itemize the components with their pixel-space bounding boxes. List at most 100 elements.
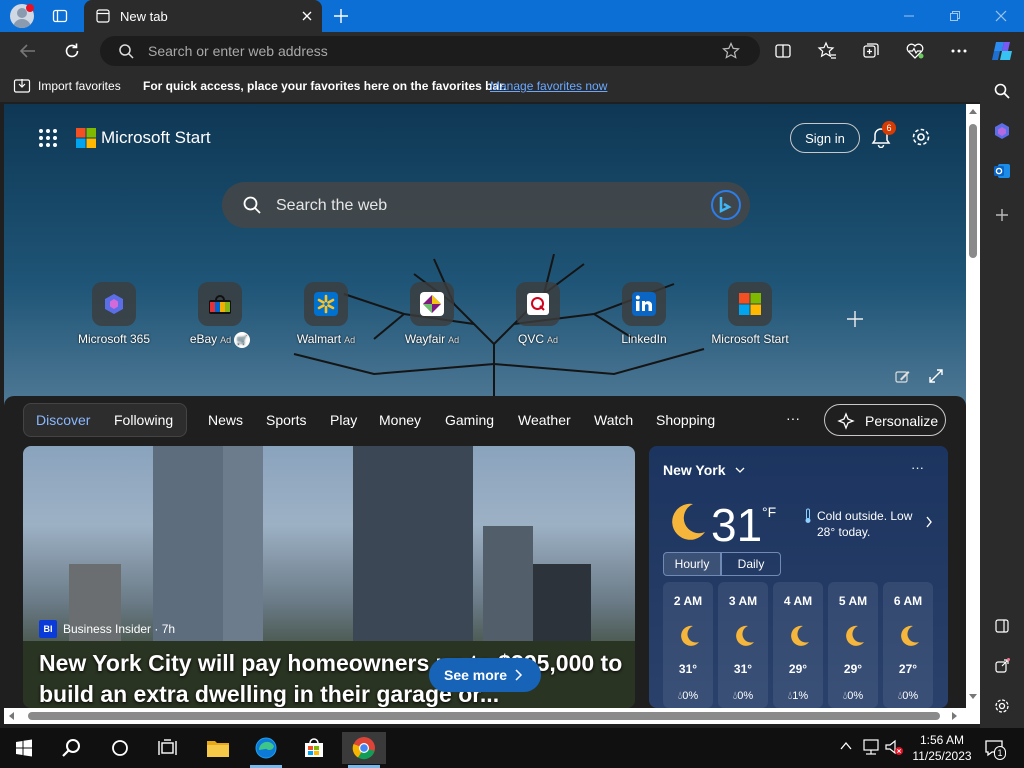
chevron-down-icon[interactable] xyxy=(735,466,745,474)
hide-sidebar-icon[interactable] xyxy=(991,615,1013,637)
tab-hourly[interactable]: Hourly xyxy=(663,552,721,576)
nav-more-button[interactable]: ··· xyxy=(786,410,800,426)
edge-sidebar xyxy=(980,70,1024,728)
tab-new-tab[interactable]: New tab xyxy=(84,0,322,32)
favorites-hint-text: For quick access, place your favorites h… xyxy=(143,79,507,93)
quick-link-wayfair[interactable]: Wayfair Ad xyxy=(380,282,484,352)
new-tab-button[interactable] xyxy=(332,7,350,25)
sidebar-search-icon[interactable] xyxy=(991,80,1013,102)
weather-widget[interactable]: New York ··· 31 °F Cold outside. Low 28°… xyxy=(649,446,948,708)
hour-time: 2 AM xyxy=(673,594,703,608)
moon-icon xyxy=(665,500,709,544)
ad-label: Ad xyxy=(220,335,232,346)
sign-in-button[interactable]: Sign in xyxy=(790,123,860,153)
outlook-icon[interactable] xyxy=(991,160,1013,182)
quick-link-linkedin[interactable]: LinkedIn xyxy=(592,282,696,352)
weather-city[interactable]: New York xyxy=(663,462,726,478)
edit-background-icon[interactable] xyxy=(894,368,910,384)
favorite-star-icon[interactable] xyxy=(722,42,740,60)
ad-label: Ad xyxy=(448,335,460,345)
browser-essentials-icon[interactable] xyxy=(904,40,926,62)
see-more-button[interactable]: See more xyxy=(429,658,541,692)
personalize-button[interactable]: Personalize xyxy=(824,404,946,436)
tab-actions-icon[interactable] xyxy=(52,8,68,24)
add-quick-link-icon[interactable] xyxy=(846,310,864,328)
nav-shopping[interactable]: Shopping xyxy=(656,412,715,428)
quick-link-walmart[interactable]: Walmart Ad xyxy=(274,282,378,352)
hour-temp: 27° xyxy=(898,662,918,676)
hour-precip: 1% xyxy=(792,690,809,702)
sidebar-add-icon[interactable] xyxy=(991,204,1013,226)
expand-icon[interactable] xyxy=(928,368,944,384)
microsoft-365-icon xyxy=(92,282,136,326)
microsoft-start-brand[interactable]: Microsoft Start xyxy=(101,128,211,148)
sidebar-settings-icon[interactable] xyxy=(991,695,1013,717)
import-favorites-link[interactable]: Import favorites xyxy=(38,79,121,93)
external-link-icon[interactable] xyxy=(991,655,1013,677)
manage-favorites-link[interactable]: Manage favorites now xyxy=(490,79,607,93)
web-search-box[interactable]: Search the web xyxy=(222,182,750,228)
see-more-label: See more xyxy=(444,667,508,683)
hour-precip: 0% xyxy=(737,690,754,702)
minimize-button[interactable] xyxy=(886,0,932,32)
address-bar[interactable]: Search or enter web address xyxy=(100,36,760,66)
network-icon[interactable] xyxy=(862,738,882,756)
quick-link-qvc[interactable]: QVC Ad xyxy=(486,282,590,352)
close-window-button[interactable] xyxy=(978,0,1024,32)
nav-gaming[interactable]: Gaming xyxy=(445,412,494,428)
app-launcher-icon[interactable] xyxy=(38,128,58,148)
nav-news[interactable]: News xyxy=(208,412,243,428)
tab-discover[interactable]: Discover xyxy=(36,412,90,428)
favorites-icon[interactable] xyxy=(816,40,838,62)
nav-money[interactable]: Money xyxy=(379,412,421,428)
chevron-right-icon[interactable] xyxy=(925,516,933,528)
refresh-icon[interactable] xyxy=(61,40,83,62)
show-hidden-icons-chevron-icon[interactable] xyxy=(840,741,852,751)
quick-link-ebay[interactable]: eBay Ad 🛒 xyxy=(168,282,272,352)
collections-icon[interactable] xyxy=(860,40,882,62)
copilot-icon[interactable] xyxy=(990,38,1016,64)
weather-more-button[interactable]: ··· xyxy=(911,460,924,475)
file-explorer-icon[interactable] xyxy=(196,732,240,764)
scroll-up-arrow-icon[interactable] xyxy=(969,108,977,114)
vertical-scroll-thumb[interactable] xyxy=(969,124,977,258)
horizontal-scroll-thumb[interactable] xyxy=(28,712,940,720)
hour-temp: 31° xyxy=(678,662,698,676)
scroll-right-arrow-icon[interactable] xyxy=(952,712,958,720)
taskbar-search-icon[interactable] xyxy=(50,732,94,764)
horizontal-scrollbar[interactable] xyxy=(4,708,980,724)
nav-weather[interactable]: Weather xyxy=(518,412,571,428)
nav-sports[interactable]: Sports xyxy=(266,412,306,428)
settings-more-icon[interactable] xyxy=(948,40,970,62)
nav-watch[interactable]: Watch xyxy=(594,412,633,428)
nav-play[interactable]: Play xyxy=(330,412,357,428)
volume-muted-icon[interactable] xyxy=(884,738,904,756)
restore-button[interactable] xyxy=(932,0,978,32)
import-favorites-icon[interactable] xyxy=(13,78,31,94)
chrome-icon[interactable] xyxy=(342,732,386,764)
system-clock[interactable]: 1:56 AM 11/25/2023 xyxy=(908,732,976,764)
microsoft-store-icon[interactable] xyxy=(292,732,336,764)
weather-temperature: 31 xyxy=(711,499,763,551)
vertical-scrollbar[interactable] xyxy=(966,104,980,708)
moon-icon xyxy=(677,624,701,648)
edge-taskbar-icon[interactable] xyxy=(244,732,288,764)
back-arrow-icon[interactable] xyxy=(17,40,39,62)
quick-link-microsoft-start[interactable]: Microsoft Start xyxy=(698,282,802,352)
hour-time: 3 AM xyxy=(728,594,758,608)
moon-icon xyxy=(842,624,866,648)
tab-daily[interactable]: Daily xyxy=(721,552,781,576)
windows-start-icon[interactable] xyxy=(2,732,46,764)
sidebar-copilot-icon[interactable] xyxy=(991,120,1013,142)
bing-chat-icon[interactable] xyxy=(710,189,742,221)
close-tab-icon[interactable] xyxy=(300,9,314,23)
quick-link-microsoft-365[interactable]: Microsoft 365 xyxy=(62,282,166,352)
cortana-icon[interactable] xyxy=(98,732,142,764)
tab-following[interactable]: Following xyxy=(114,412,173,428)
scroll-down-arrow-icon[interactable] xyxy=(969,694,977,700)
task-view-icon[interactable] xyxy=(146,732,190,764)
scroll-left-arrow-icon[interactable] xyxy=(8,712,14,720)
top-news-card[interactable]: BI Business Insider · 7h New York City w… xyxy=(23,446,635,708)
split-screen-icon[interactable] xyxy=(772,40,794,62)
page-settings-gear-icon[interactable] xyxy=(910,126,932,148)
